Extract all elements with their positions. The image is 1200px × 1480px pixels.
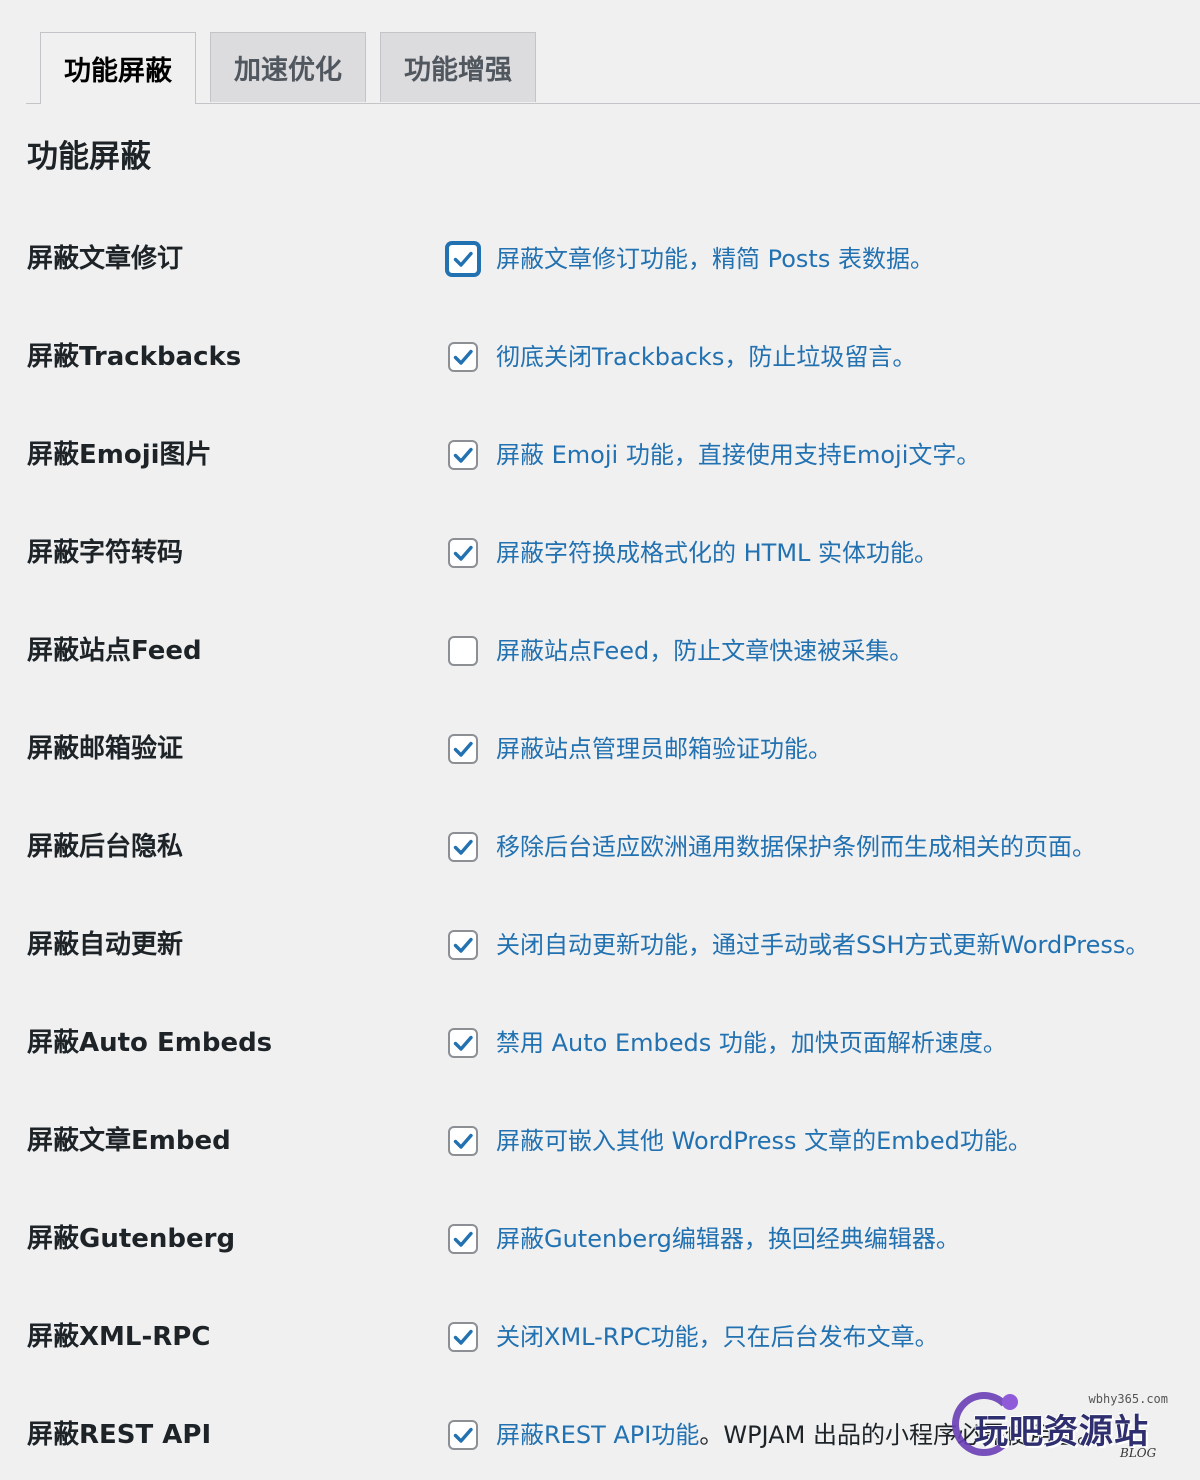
row-control: 屏蔽站点管理员邮箱验证功能。 <box>448 730 832 768</box>
checkmark-icon <box>453 1035 473 1051</box>
checkbox-description[interactable]: 关闭自动更新功能，通过手动或者SSH方式更新WordPress。 <box>496 926 1149 964</box>
checkmark-icon <box>453 545 473 561</box>
tab-feature-enhancement[interactable]: 功能增强 <box>380 32 536 102</box>
checkmark-icon <box>453 1329 473 1345</box>
checkmark-icon <box>453 1231 473 1247</box>
row-label: 屏蔽Gutenberg <box>27 1224 236 1254</box>
row-control: 屏蔽可嵌入其他 WordPress 文章的Embed功能。 <box>448 1122 1032 1160</box>
checkbox-checked[interactable] <box>446 242 480 276</box>
settings-row: 屏蔽站点Feed 屏蔽站点Feed，防止文章快速被采集。 <box>0 621 1200 681</box>
settings-row: 屏蔽REST API 屏蔽REST API功能 。WPJAM 出品的小程序必需使用它… <box>0 1405 1200 1465</box>
settings-row: 屏蔽自动更新 关闭自动更新功能，通过手动或者SSH方式更新WordPress。 <box>0 915 1200 975</box>
row-label: 屏蔽站点Feed <box>27 636 202 666</box>
settings-row: 屏蔽字符转码 屏蔽字符换成格式化的 HTML 实体功能。 <box>0 523 1200 583</box>
settings-row: 屏蔽文章Embed 屏蔽可嵌入其他 WordPress 文章的Embed功能。 <box>0 1111 1200 1171</box>
row-control: 关闭自动更新功能，通过手动或者SSH方式更新WordPress。 <box>448 926 1149 964</box>
row-label: 屏蔽后台隐私 <box>27 832 184 862</box>
row-control: 屏蔽 Emoji 功能，直接使用支持Emoji文字。 <box>448 436 980 474</box>
tab-speed-optimization[interactable]: 加速优化 <box>210 32 366 102</box>
checkbox-checked[interactable] <box>448 930 478 960</box>
settings-row: 屏蔽Emoji图片 屏蔽 Emoji 功能，直接使用支持Emoji文字。 <box>0 425 1200 485</box>
row-label: 屏蔽Trackbacks <box>27 342 242 372</box>
checkmark-icon <box>453 1133 473 1149</box>
row-label: 屏蔽文章修订 <box>27 244 184 274</box>
checkmark-icon <box>453 349 473 365</box>
row-control: 屏蔽REST API功能 。WPJAM 出品的小程序必需使用它。 <box>448 1416 1101 1454</box>
checkbox-checked[interactable] <box>448 538 478 568</box>
checkbox-description[interactable]: 屏蔽REST API功能 <box>496 1416 699 1454</box>
checkmark-icon <box>453 1427 473 1443</box>
checkbox-description[interactable]: 屏蔽文章修订功能，精简 Posts 表数据。 <box>496 240 934 278</box>
checkbox-description[interactable]: 屏蔽Gutenberg编辑器，换回经典编辑器。 <box>496 1220 960 1258</box>
row-control: 屏蔽字符换成格式化的 HTML 实体功能。 <box>448 534 938 572</box>
watermark-url: wbhy365.com <box>1088 1392 1168 1406</box>
settings-row: 屏蔽邮箱验证 屏蔽站点管理员邮箱验证功能。 <box>0 719 1200 779</box>
checkbox-description[interactable]: 屏蔽可嵌入其他 WordPress 文章的Embed功能。 <box>496 1122 1032 1160</box>
tab-bar: 功能屏蔽 加速优化 功能增强 <box>26 32 1200 104</box>
checkbox-description[interactable]: 屏蔽字符换成格式化的 HTML 实体功能。 <box>496 534 938 572</box>
row-label: 屏蔽Emoji图片 <box>27 440 212 470</box>
checkbox-checked[interactable] <box>448 832 478 862</box>
checkbox-checked[interactable] <box>448 1420 478 1450</box>
checkbox-checked[interactable] <box>448 1322 478 1352</box>
row-label: 屏蔽字符转码 <box>27 538 184 568</box>
checkmark-icon <box>453 447 473 463</box>
section-title: 功能屏蔽 <box>27 139 151 175</box>
checkbox-unchecked[interactable] <box>448 636 478 666</box>
checkbox-description[interactable]: 彻底关闭Trackbacks，防止垃圾留言。 <box>496 338 916 376</box>
row-control: 关闭XML-RPC功能，只在后台发布文章。 <box>448 1318 939 1356</box>
checkbox-description[interactable]: 屏蔽站点管理员邮箱验证功能。 <box>496 730 832 768</box>
description-note: 。WPJAM 出品的小程序必需使用它。 <box>699 1421 1101 1449</box>
settings-row: 屏蔽文章修订 屏蔽文章修订功能，精简 Posts 表数据。 <box>0 229 1200 289</box>
checkmark-icon <box>453 741 473 757</box>
row-label: 屏蔽XML-RPC <box>27 1322 211 1352</box>
checkmark-icon <box>453 937 473 953</box>
settings-row: 屏蔽Auto Embeds 禁用 Auto Embeds 功能，加快页面解析速度。 <box>0 1013 1200 1073</box>
row-control: 彻底关闭Trackbacks，防止垃圾留言。 <box>448 338 916 376</box>
row-control: 移除后台适应欧洲通用数据保护条例而生成相关的页面。 <box>448 828 1096 866</box>
tab-feature-blocking[interactable]: 功能屏蔽 <box>40 32 196 104</box>
checkbox-description[interactable]: 屏蔽 Emoji 功能，直接使用支持Emoji文字。 <box>496 436 980 474</box>
row-control: 禁用 Auto Embeds 功能，加快页面解析速度。 <box>448 1024 1007 1062</box>
checkbox-description[interactable]: 屏蔽站点Feed，防止文章快速被采集。 <box>496 632 913 670</box>
row-label: 屏蔽邮箱验证 <box>27 734 184 764</box>
checkmark-icon <box>453 839 473 855</box>
checkbox-checked[interactable] <box>448 342 478 372</box>
checkbox-checked[interactable] <box>448 1126 478 1156</box>
checkbox-description[interactable]: 禁用 Auto Embeds 功能，加快页面解析速度。 <box>496 1024 1007 1062</box>
row-label: 屏蔽REST API <box>27 1420 212 1450</box>
row-label: 屏蔽自动更新 <box>27 930 184 960</box>
row-control: 屏蔽站点Feed，防止文章快速被采集。 <box>448 632 913 670</box>
settings-row: 屏蔽后台隐私 移除后台适应欧洲通用数据保护条例而生成相关的页面。 <box>0 817 1200 877</box>
row-control: 屏蔽文章修订功能，精简 Posts 表数据。 <box>446 240 934 278</box>
settings-row: 屏蔽Trackbacks 彻底关闭Trackbacks，防止垃圾留言。 <box>0 327 1200 387</box>
checkbox-checked[interactable] <box>448 734 478 764</box>
checkbox-description[interactable]: 关闭XML-RPC功能，只在后台发布文章。 <box>496 1318 939 1356</box>
checkbox-checked[interactable] <box>448 1224 478 1254</box>
settings-row: 屏蔽XML-RPC 关闭XML-RPC功能，只在后台发布文章。 <box>0 1307 1200 1367</box>
row-label: 屏蔽Auto Embeds <box>27 1028 273 1058</box>
row-label: 屏蔽文章Embed <box>27 1126 231 1156</box>
settings-row: 屏蔽Gutenberg 屏蔽Gutenberg编辑器，换回经典编辑器。 <box>0 1209 1200 1269</box>
checkbox-checked[interactable] <box>448 440 478 470</box>
checkbox-description[interactable]: 移除后台适应欧洲通用数据保护条例而生成相关的页面。 <box>496 828 1096 866</box>
row-control: 屏蔽Gutenberg编辑器，换回经典编辑器。 <box>448 1220 960 1258</box>
checkbox-checked[interactable] <box>448 1028 478 1058</box>
checkmark-icon <box>453 251 473 267</box>
